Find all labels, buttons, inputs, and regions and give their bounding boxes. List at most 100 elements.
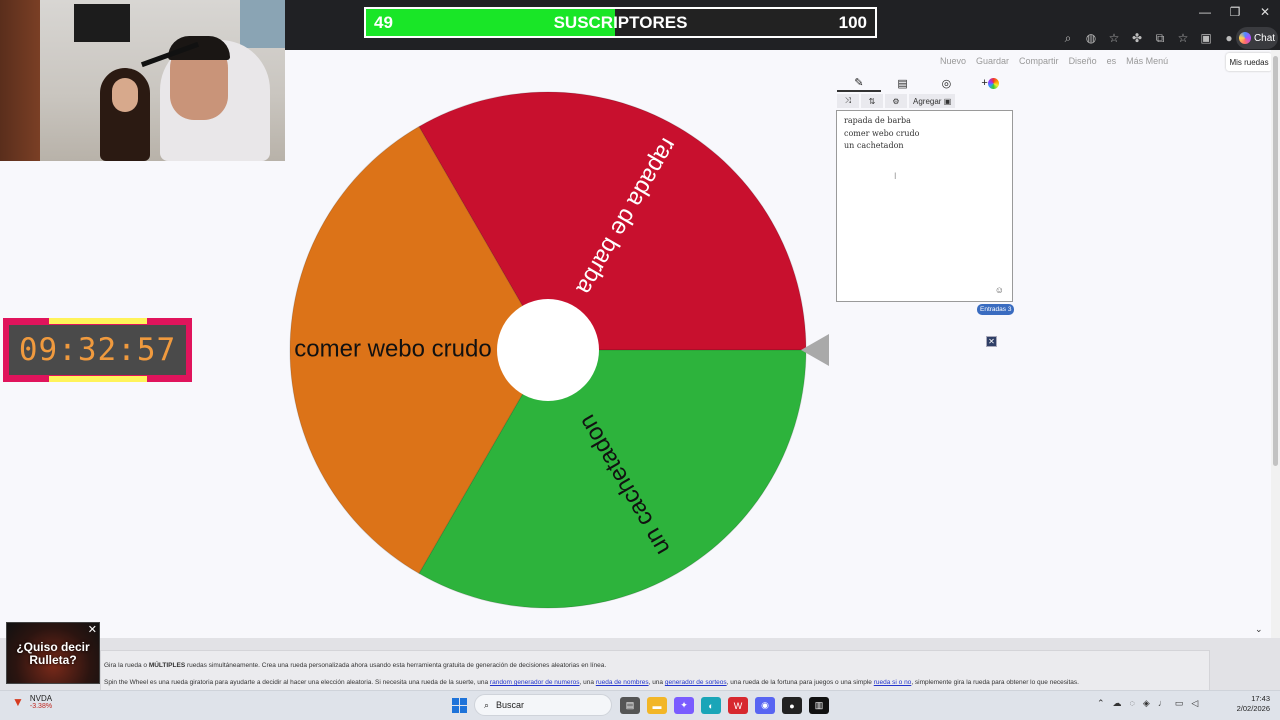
minimize-icon[interactable]: —	[1190, 0, 1220, 24]
reading-icon[interactable]: ◍	[1081, 28, 1101, 48]
panel-tabs: ✎ ▤ ◎ +	[837, 74, 1012, 92]
spin-wheel[interactable]: rapada de barbaun cachetadoncomer webo c…	[288, 90, 808, 610]
info-text: , una	[579, 679, 596, 686]
entries-count-badge: Entradas 3	[977, 304, 1015, 315]
wheel-pointer-icon	[801, 334, 829, 366]
sync-icon[interactable]: ◌	[1130, 698, 1135, 709]
stock-chart-icon: ▼	[12, 695, 24, 709]
extensions-icon[interactable]: ✤	[1127, 28, 1147, 48]
info-bold: MÚLTIPLES	[148, 662, 186, 669]
subscriber-title: SUSCRIPTORES	[553, 13, 688, 32]
more-menu-button[interactable]: Más Menú	[1126, 56, 1168, 66]
entry-line: comer webo crudo	[844, 128, 920, 138]
speaker-icon[interactable]: ◁	[1191, 698, 1198, 709]
favorites-icon[interactable]: ☆	[1173, 28, 1193, 48]
entry-line: un cachetadon	[844, 141, 904, 150]
results-tab-clipboard-icon[interactable]: ▤	[881, 74, 925, 92]
add-wheel-tab[interactable]: +	[968, 74, 1012, 92]
suggestion-line-2: Rulleta?	[29, 653, 77, 667]
design-button[interactable]: Diseño	[1069, 56, 1097, 66]
microphone-icon[interactable]: ♩	[1158, 698, 1167, 709]
info-text: ruedas simultáneamente. Crea una rueda p…	[185, 662, 607, 669]
page-scrollbar[interactable]	[1271, 50, 1280, 640]
subscriber-goal-bar: SUSCRIPTORES 49 100	[364, 7, 877, 38]
discord-icon[interactable]: ◉	[755, 697, 775, 714]
stock-change: -3.38%	[29, 703, 53, 710]
system-tray: ⌃ ☁ ◌ ◈ ♩ ▭ ◁	[1097, 698, 1198, 709]
wheel-segment-label: comer webo crudo	[294, 335, 491, 362]
copilot-icon	[1238, 32, 1251, 44]
stream-timer: 09:32:57	[3, 318, 192, 382]
info-text: , una rueda de la fortuna para juegos o …	[726, 679, 874, 686]
add-image-button[interactable]: Agregar ▣	[909, 94, 956, 108]
page-toolbar: Nuevo Guardar Compartir Diseño es Más Me…	[940, 56, 1168, 66]
settings-gear-icon[interactable]: ⚙	[885, 94, 907, 108]
edge-browser-icon[interactable]: ◐	[701, 697, 721, 714]
collections-icon[interactable]: ▣	[1196, 28, 1216, 48]
stock-widget[interactable]: ▼ NVDA -3.38%	[12, 694, 52, 710]
maximize-icon[interactable]: ❐	[1220, 0, 1250, 24]
name-wheel-link[interactable]: rueda de nombres	[596, 679, 649, 686]
close-window-icon[interactable]: ✕	[1250, 0, 1280, 24]
copilot-chat-button[interactable]: Chat	[1236, 27, 1278, 49]
info-line-1: Gira la rueda o MÚLTIPLES ruedas simultá…	[104, 662, 606, 669]
file-explorer-icon[interactable]: ▬	[647, 697, 667, 714]
close-icon[interactable]: ✕	[986, 336, 997, 347]
shuffle-icon[interactable]: ⤨	[837, 94, 859, 108]
info-text: Spin the Wheel es una rueda giratoria pa…	[104, 679, 490, 686]
close-popup-icon[interactable]: ✕	[88, 623, 97, 636]
split-icon[interactable]: ⧉	[1150, 28, 1170, 48]
stock-name: NVDA	[29, 694, 53, 703]
yes-no-wheel-link[interactable]: rueda si o no	[874, 679, 912, 686]
wps-office-icon[interactable]: W	[728, 697, 748, 714]
chat-label: Chat	[1253, 32, 1276, 44]
new-button[interactable]: Nuevo	[940, 56, 966, 66]
edit-tab-pencil-icon[interactable]: ✎	[837, 74, 881, 92]
task-view-icon[interactable]: ▤	[620, 697, 640, 714]
monitor-icon[interactable]: ▭	[1175, 698, 1184, 709]
info-text: , una	[648, 679, 665, 686]
suggestion-popup[interactable]: ¿Quiso decir Rulleta? ✕	[6, 622, 100, 684]
entries-textarea[interactable]: rapada de barba comer webo crudo un cach…	[836, 110, 1013, 302]
webcam-overlay	[0, 0, 285, 161]
copilot-app-icon[interactable]: ✦	[674, 697, 694, 714]
share-button[interactable]: Compartir	[1019, 56, 1059, 66]
color-wheel-icon	[987, 77, 999, 89]
entries-toolbar: ⤨ ⇅ ⚙ Agregar ▣	[837, 94, 956, 108]
text-cursor-icon: I	[894, 171, 897, 181]
save-button[interactable]: Guardar	[976, 56, 1009, 66]
taskbar-apps: ▤ ▬ ✦ ◐ W ◉ ● ▥	[620, 697, 829, 714]
sort-icon[interactable]: ⇅	[861, 94, 883, 108]
clock-date: 2/02/2026	[1236, 704, 1270, 713]
obs-icon[interactable]: ●	[782, 697, 802, 714]
clock-time: 17:43	[1251, 694, 1270, 703]
favorite-star-icon[interactable]: ☆	[1104, 28, 1124, 48]
info-text: Gira la rueda o	[104, 662, 149, 669]
onedrive-icon[interactable]: ☁	[1113, 698, 1122, 709]
capcut-icon[interactable]: ▥	[809, 697, 829, 714]
suggestion-line-1: ¿Quiso decir	[16, 640, 90, 654]
subscriber-count: 49	[374, 13, 393, 32]
wheel-center-hub[interactable]	[497, 299, 599, 401]
browser-actions: ⌕ ◍ ☆ ✤ ⧉ ☆ ▣ ● ⋯	[1058, 28, 1262, 48]
taskbar-search[interactable]: ⌕ Buscar	[474, 694, 612, 716]
info-text: , simplemente gira la rueda para obtener…	[911, 679, 1079, 686]
subscriber-goal: 100	[838, 13, 867, 32]
search-icon: ⌕	[484, 699, 490, 710]
emoji-icon[interactable]: ☺	[995, 285, 1004, 295]
hide-tab-eye-icon[interactable]: ◎	[925, 74, 969, 92]
my-wheels-button[interactable]: Mis ruedas	[1226, 53, 1272, 71]
random-number-link[interactable]: random generador de numeros	[490, 679, 580, 686]
defender-icon[interactable]: ◈	[1143, 698, 1150, 709]
add-label: Agregar	[913, 96, 942, 106]
windows-start-icon[interactable]	[452, 698, 467, 713]
zoom-icon[interactable]: ⌕	[1058, 28, 1078, 48]
chevron-up-icon[interactable]: ⌃	[1097, 698, 1105, 709]
raffle-link[interactable]: generador de sorteos	[665, 679, 727, 686]
info-line-2: Spin the Wheel es una rueda giratoria pa…	[104, 679, 1079, 686]
chevron-down-icon[interactable]: ⌄	[1255, 624, 1263, 635]
language-selector[interactable]: es	[1107, 56, 1117, 66]
search-placeholder: Buscar	[496, 700, 525, 710]
entry-line: rapada de barba	[844, 116, 911, 125]
taskbar-clock[interactable]: 17:43 2/02/2026	[1224, 694, 1270, 714]
